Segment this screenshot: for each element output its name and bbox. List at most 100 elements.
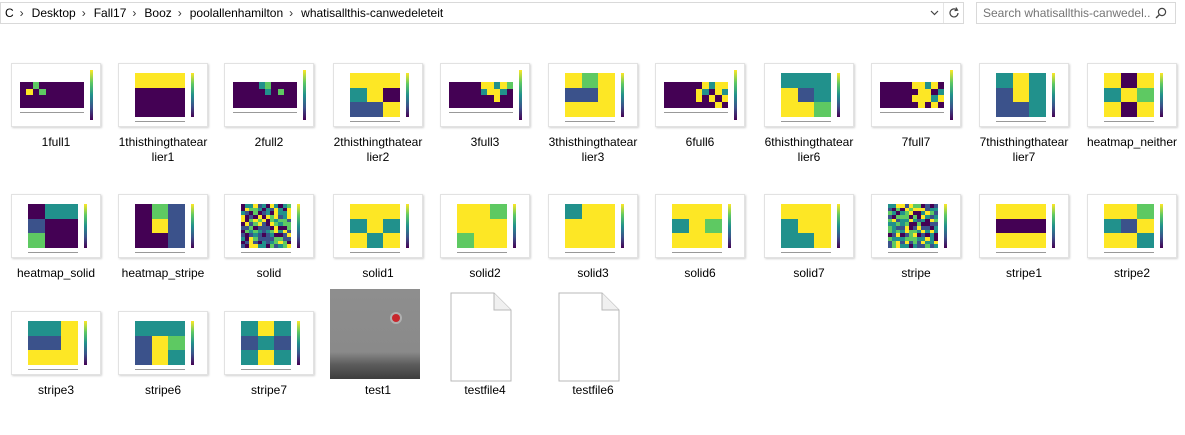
heatmap-cell bbox=[151, 335, 169, 351]
heatmap-cell bbox=[688, 218, 706, 234]
heatmap-cell bbox=[933, 244, 938, 248]
file-name-label: solid6 bbox=[684, 266, 716, 280]
heatmap-cell bbox=[1029, 204, 1046, 219]
heatmap-cell bbox=[996, 204, 1013, 219]
file-grid: 1full1 1thisthingthatear lier1 2full2 2thist… bbox=[0, 0, 1185, 435]
heatmap-cells bbox=[28, 321, 78, 365]
colorbar bbox=[84, 321, 87, 365]
heatmap-cell bbox=[1137, 218, 1154, 234]
file-item[interactable]: stripe6 bbox=[110, 0, 216, 435]
heatmap-cell bbox=[44, 321, 62, 336]
heatmap-cell bbox=[241, 335, 258, 351]
axis-line bbox=[1104, 252, 1154, 253]
colorbar bbox=[1052, 204, 1055, 248]
heatmap-cells bbox=[135, 321, 185, 365]
heatmap-cell bbox=[797, 204, 815, 219]
heatmap-cell bbox=[705, 218, 722, 234]
heatmap-cell bbox=[61, 335, 78, 351]
heatmap-cells bbox=[241, 321, 291, 365]
heatmap-cell bbox=[168, 335, 185, 351]
heatmap-cell bbox=[781, 233, 798, 248]
heatmap-cell bbox=[688, 233, 706, 248]
heatmap-cell bbox=[257, 321, 275, 336]
heatmap-cell bbox=[168, 350, 185, 365]
heatmap-cell bbox=[44, 335, 62, 351]
heatmap-cells bbox=[672, 204, 722, 248]
heatmap-cell bbox=[274, 335, 291, 351]
heatmap-cell bbox=[241, 350, 258, 365]
file-item[interactable]: stripe bbox=[863, 0, 969, 435]
file-name-label: stripe2 bbox=[1113, 266, 1151, 280]
axis-line bbox=[135, 369, 185, 370]
axis-line bbox=[241, 369, 291, 370]
heatmap-cell bbox=[797, 218, 815, 234]
file-name-label: stripe bbox=[901, 266, 931, 280]
file-item[interactable]: stripe7 bbox=[216, 0, 322, 435]
heatmap-cell bbox=[61, 350, 78, 365]
heatmap-cell bbox=[1104, 233, 1121, 248]
heatmap-cell bbox=[1029, 218, 1046, 234]
heatmap-cell bbox=[44, 350, 62, 365]
heatmap-cell bbox=[1012, 218, 1030, 234]
colorbar bbox=[728, 204, 731, 248]
heatmap-cell bbox=[151, 321, 169, 336]
axis-line bbox=[672, 252, 722, 253]
heatmap-thumbnail bbox=[871, 194, 961, 258]
heatmap-cell bbox=[28, 350, 45, 365]
colorbar bbox=[191, 321, 194, 365]
heatmap-cell bbox=[705, 204, 722, 219]
heatmap-thumbnail bbox=[655, 194, 745, 258]
colorbar bbox=[944, 204, 947, 248]
file-item[interactable]: stripe3 bbox=[3, 0, 109, 435]
heatmap-cell bbox=[672, 218, 689, 234]
axis-line bbox=[996, 252, 1046, 253]
file-item[interactable]: testfile4 bbox=[432, 0, 538, 435]
heatmap-cell bbox=[705, 233, 722, 248]
heatmap-cell bbox=[1137, 204, 1154, 219]
heatmap-cell bbox=[1012, 233, 1030, 248]
photo-thumbnail bbox=[330, 289, 420, 379]
file-name-label: stripe1 bbox=[1005, 266, 1043, 280]
axis-line bbox=[781, 252, 831, 253]
heatmap-cell bbox=[781, 218, 798, 234]
heatmap-thumbnail bbox=[118, 311, 208, 375]
axis-line bbox=[888, 252, 938, 253]
heatmap-cell bbox=[274, 321, 291, 336]
axis-line bbox=[28, 369, 78, 370]
heatmap-cell bbox=[1120, 233, 1138, 248]
heatmap-cell bbox=[814, 204, 831, 219]
file-item[interactable]: solid6 bbox=[647, 0, 753, 435]
heatmap-cell bbox=[1120, 218, 1138, 234]
heatmap-cell bbox=[1104, 204, 1121, 219]
heatmap-cell bbox=[274, 350, 291, 365]
colorbar bbox=[297, 321, 300, 365]
file-name-label: test1 bbox=[364, 383, 391, 397]
heatmap-cell bbox=[241, 321, 258, 336]
heatmap-cells bbox=[1104, 204, 1154, 248]
photo-image bbox=[330, 289, 420, 379]
heatmap-thumbnail bbox=[1087, 194, 1177, 258]
heatmap-cell bbox=[814, 218, 831, 234]
file-item[interactable]: stripe1 bbox=[971, 0, 1077, 435]
file-name-label: stripe3 bbox=[37, 383, 75, 397]
file-item[interactable]: test1 bbox=[325, 0, 431, 435]
file-name-label: testfile6 bbox=[572, 383, 614, 397]
heatmap-cell bbox=[1120, 204, 1138, 219]
heatmap-thumbnail bbox=[764, 194, 854, 258]
heatmap-cell bbox=[135, 335, 152, 351]
file-item[interactable]: stripe2 bbox=[1079, 0, 1185, 435]
red-dot bbox=[392, 314, 400, 322]
heatmap-cell bbox=[1104, 218, 1121, 234]
heatmap-cell bbox=[781, 204, 798, 219]
colorbar bbox=[837, 204, 840, 248]
heatmap-cell bbox=[135, 321, 152, 336]
heatmap-cell bbox=[1029, 233, 1046, 248]
heatmap-cell bbox=[1137, 233, 1154, 248]
file-item[interactable]: solid7 bbox=[756, 0, 862, 435]
file-name-label: stripe6 bbox=[144, 383, 182, 397]
heatmap-thumbnail bbox=[979, 194, 1069, 258]
heatmap-cell bbox=[61, 321, 78, 336]
file-name-label: stripe7 bbox=[250, 383, 288, 397]
heatmap-cell bbox=[135, 350, 152, 365]
file-item[interactable]: testfile6 bbox=[540, 0, 646, 435]
